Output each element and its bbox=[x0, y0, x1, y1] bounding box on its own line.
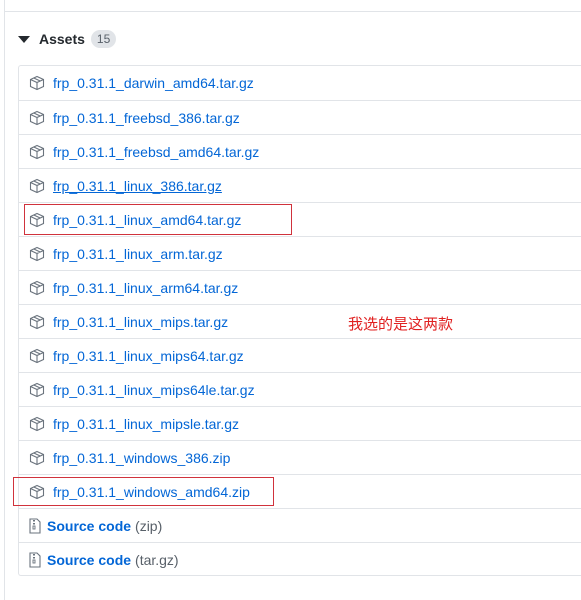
asset-row: frp_0.31.1_freebsd_386.tar.gz bbox=[19, 100, 581, 134]
package-icon bbox=[29, 246, 45, 262]
asset-link-linux-mips64[interactable]: frp_0.31.1_linux_mips64.tar.gz bbox=[53, 348, 244, 364]
asset-row: frp_0.31.1_linux_arm64.tar.gz bbox=[19, 270, 581, 304]
asset-link-windows-386[interactable]: frp_0.31.1_windows_386.zip bbox=[53, 450, 230, 466]
asset-link-linux-mips64le[interactable]: frp_0.31.1_linux_mips64le.tar.gz bbox=[53, 382, 255, 398]
left-divider bbox=[4, 0, 5, 600]
asset-link-linux-arm[interactable]: frp_0.31.1_linux_arm.tar.gz bbox=[53, 246, 223, 262]
asset-row: frp_0.31.1_linux_arm.tar.gz bbox=[19, 236, 581, 270]
package-icon bbox=[29, 144, 45, 160]
package-icon bbox=[29, 212, 45, 228]
source-code-targz-ext: (tar.gz) bbox=[135, 551, 179, 568]
file-zip-icon bbox=[29, 517, 41, 534]
asset-row: frp_0.31.1_linux_mipsle.tar.gz bbox=[19, 406, 581, 440]
package-icon bbox=[29, 450, 45, 466]
asset-row: frp_0.31.1_linux_mips64.tar.gz bbox=[19, 338, 581, 372]
asset-link-darwin-amd64[interactable]: frp_0.31.1_darwin_amd64.tar.gz bbox=[53, 75, 254, 91]
top-divider bbox=[4, 11, 581, 12]
package-icon bbox=[29, 110, 45, 126]
asset-row: frp_0.31.1_darwin_amd64.tar.gz bbox=[19, 66, 581, 100]
asset-link-windows-amd64[interactable]: frp_0.31.1_windows_amd64.zip bbox=[53, 484, 250, 500]
package-icon bbox=[29, 382, 45, 398]
asset-link-freebsd-386[interactable]: frp_0.31.1_freebsd_386.tar.gz bbox=[53, 110, 240, 126]
source-code-zip-link[interactable]: Source code bbox=[47, 518, 131, 534]
assets-title: Assets bbox=[39, 31, 85, 47]
asset-link-linux-mipsle[interactable]: frp_0.31.1_linux_mipsle.tar.gz bbox=[53, 416, 239, 432]
package-icon bbox=[29, 75, 45, 91]
file-zip-icon bbox=[29, 551, 41, 568]
assets-count-badge: 15 bbox=[90, 30, 117, 48]
assets-list: frp_0.31.1_darwin_amd64.tar.gz frp_0.31.… bbox=[18, 65, 581, 576]
assets-header[interactable]: Assets 15 bbox=[18, 28, 117, 50]
package-icon bbox=[29, 484, 45, 500]
asset-link-linux-386[interactable]: frp_0.31.1_linux_386.tar.gz bbox=[53, 178, 222, 194]
package-icon bbox=[29, 314, 45, 330]
asset-row: frp_0.31.1_windows_386.zip bbox=[19, 440, 581, 474]
asset-link-linux-arm64[interactable]: frp_0.31.1_linux_arm64.tar.gz bbox=[53, 280, 238, 296]
asset-row: frp_0.31.1_linux_amd64.tar.gz bbox=[19, 202, 581, 236]
asset-row-source-targz: Source code (tar.gz) bbox=[19, 542, 581, 576]
asset-link-freebsd-amd64[interactable]: frp_0.31.1_freebsd_amd64.tar.gz bbox=[53, 144, 259, 160]
annotation-note: 我选的是这两款 bbox=[348, 315, 454, 333]
source-code-zip-ext: (zip) bbox=[135, 517, 163, 534]
asset-link-linux-amd64[interactable]: frp_0.31.1_linux_amd64.tar.gz bbox=[53, 212, 241, 228]
asset-link-linux-mips[interactable]: frp_0.31.1_linux_mips.tar.gz bbox=[53, 314, 228, 330]
package-icon bbox=[29, 348, 45, 364]
triangle-down-icon[interactable] bbox=[18, 36, 30, 43]
package-icon bbox=[29, 178, 45, 194]
asset-row: frp_0.31.1_linux_mips64le.tar.gz bbox=[19, 372, 581, 406]
asset-row: frp_0.31.1_freebsd_amd64.tar.gz bbox=[19, 134, 581, 168]
asset-row: frp_0.31.1_linux_386.tar.gz bbox=[19, 168, 581, 202]
asset-row-source-zip: Source code (zip) bbox=[19, 508, 581, 542]
source-code-targz-link[interactable]: Source code bbox=[47, 552, 131, 568]
asset-row: frp_0.31.1_windows_amd64.zip bbox=[19, 474, 581, 508]
package-icon bbox=[29, 416, 45, 432]
package-icon bbox=[29, 280, 45, 296]
asset-row: frp_0.31.1_linux_mips.tar.gz bbox=[19, 304, 581, 338]
